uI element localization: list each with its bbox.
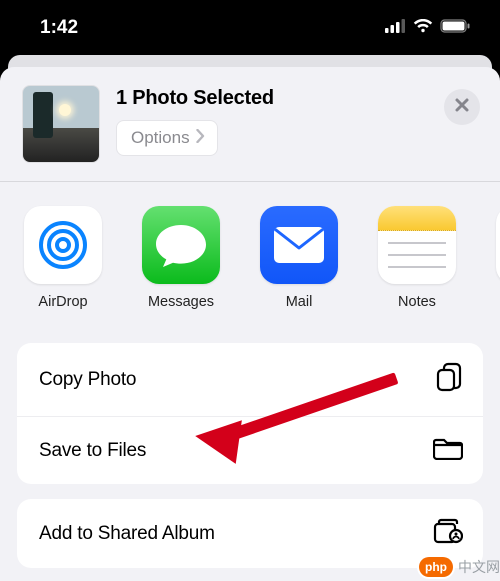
action-group-2: Add to Shared Album [17,499,483,568]
messages-label: Messages [148,294,214,310]
battery-icon [440,17,470,39]
airdrop-label: AirDrop [38,294,87,310]
app-row[interactable]: AirDrop Messages Mail Notes [0,182,500,328]
selection-title: 1 Photo Selected [116,87,428,110]
mail-app[interactable]: Mail [260,206,338,310]
close-icon [454,97,470,118]
watermark-badge: php [419,557,453,577]
shared-album-icon [433,518,463,549]
drive-icon [496,206,500,284]
header-main: 1 Photo Selected Options [116,85,428,156]
notes-icon [378,206,456,284]
watermark-text: 中文网 [458,557,500,577]
share-header: 1 Photo Selected Options [0,81,500,181]
action-group-1: Copy Photo Save to Files [17,343,483,484]
messages-app[interactable]: Messages [142,206,220,310]
add-to-shared-album-label: Add to Shared Album [39,523,215,545]
notes-label: Notes [398,294,436,310]
status-bar: 1:42 [0,0,500,55]
share-sheet: 1 Photo Selected Options A [0,67,500,581]
status-right [385,17,470,39]
airdrop-icon [24,206,102,284]
photo-thumbnail[interactable] [22,85,100,163]
copy-photo-row[interactable]: Copy Photo [17,343,483,416]
copy-icon [435,362,463,397]
messages-icon [142,206,220,284]
folder-icon [433,436,463,465]
save-to-files-label: Save to Files [39,440,146,462]
notes-app[interactable]: Notes [378,206,456,310]
save-to-files-row[interactable]: Save to Files [17,416,483,484]
watermark: php 中文网 [419,557,500,577]
options-button[interactable]: Options [116,120,218,156]
cellular-icon [385,17,406,39]
mail-icon [260,206,338,284]
mail-label: Mail [286,294,313,310]
copy-photo-label: Copy Photo [39,369,136,391]
close-button[interactable] [444,89,480,125]
add-to-shared-album-row[interactable]: Add to Shared Album [17,499,483,568]
drive-app-partial[interactable] [496,206,500,310]
options-label: Options [131,128,190,148]
airdrop-app[interactable]: AirDrop [24,206,102,310]
status-time: 1:42 [40,17,78,39]
chevron-right-icon [196,128,205,148]
wifi-icon [413,17,433,39]
